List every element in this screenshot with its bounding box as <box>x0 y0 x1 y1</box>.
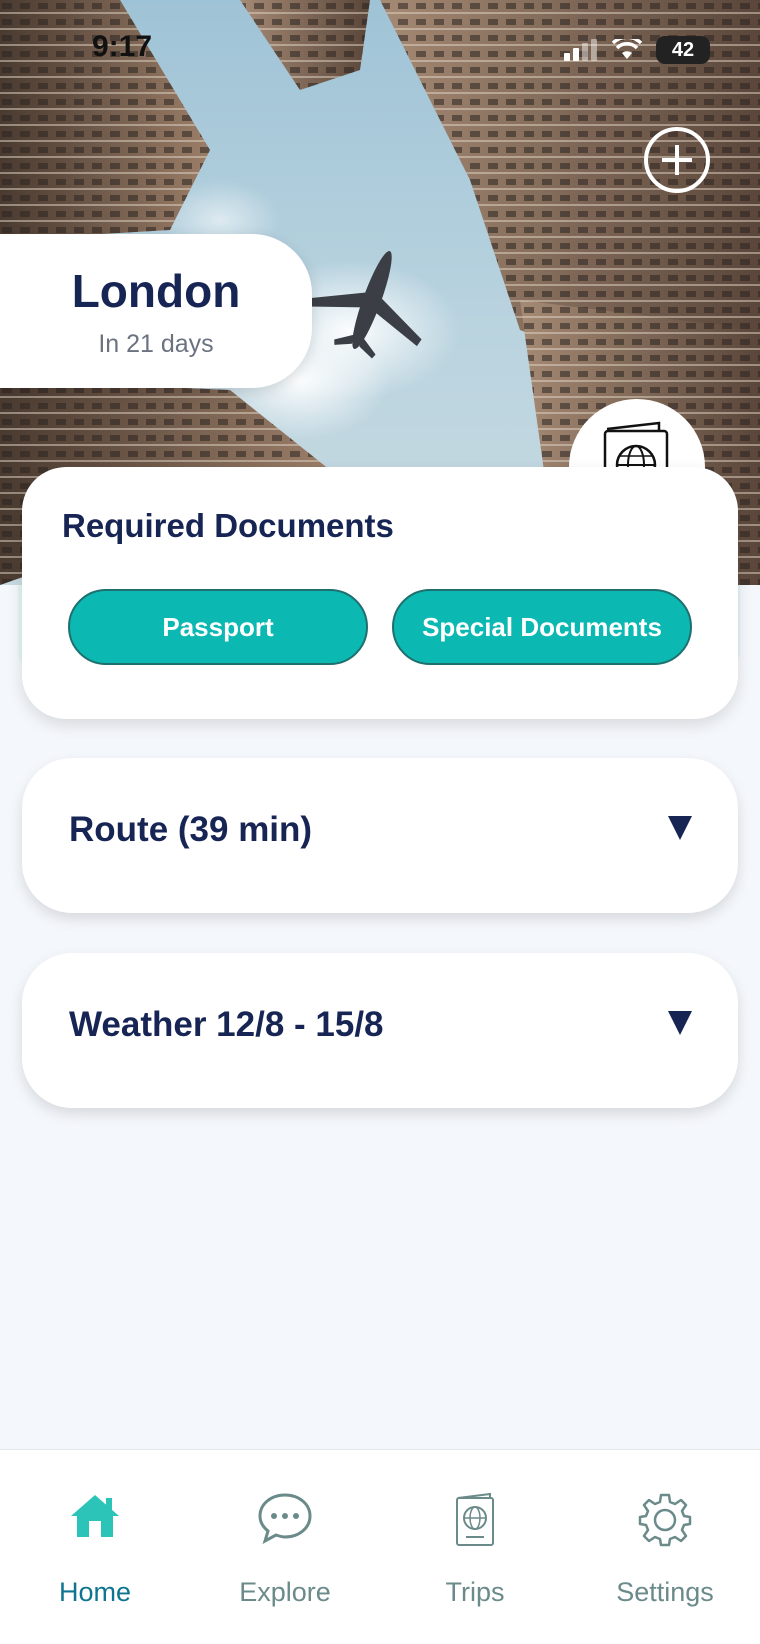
tab-explore[interactable]: Explore <box>190 1450 380 1644</box>
caret-down-icon[interactable] <box>668 1011 692 1035</box>
wifi-icon <box>612 39 642 59</box>
chat-bubble-icon <box>258 1493 312 1544</box>
required-documents-card: Required Documents Passport Special Docu… <box>22 467 738 719</box>
tab-settings-label: Settings <box>616 1577 714 1607</box>
tab-home-label: Home <box>58 1577 132 1607</box>
trip-countdown: In 21 days <box>98 330 214 358</box>
add-trip-button[interactable] <box>644 127 710 193</box>
special-documents-button[interactable]: Special Documents <box>392 589 692 665</box>
tab-bar: Home Explore Trips Settings <box>0 1449 760 1644</box>
weather-section[interactable]: Weather 12/8 - 15/8 <box>22 953 738 1108</box>
home-icon <box>71 1495 119 1537</box>
passport-icon <box>456 1492 494 1546</box>
home-screen: 9:17 42 London In 21 days Required Docum… <box>0 0 760 1644</box>
tab-trips-label: Trips <box>445 1577 505 1607</box>
tab-settings[interactable]: Settings <box>570 1450 760 1644</box>
destination-card: London In 21 days <box>0 234 312 388</box>
caret-down-icon[interactable] <box>668 816 692 840</box>
plus-icon <box>662 145 692 175</box>
status-time: 9:17 <box>92 30 153 63</box>
signal-icon <box>564 39 597 61</box>
destination-city: London <box>71 265 241 317</box>
route-title: Route (39 min) <box>69 810 313 849</box>
battery-indicator: 42 <box>656 36 710 64</box>
tab-explore-label: Explore <box>239 1577 331 1607</box>
documents-title: Required Documents <box>62 507 394 544</box>
tab-trips[interactable]: Trips <box>380 1450 570 1644</box>
tab-home[interactable]: Home <box>0 1450 190 1644</box>
gear-icon <box>638 1493 692 1547</box>
status-indicators: 42 <box>564 36 710 64</box>
passport-button[interactable]: Passport <box>68 589 368 665</box>
weather-title: Weather 12/8 - 15/8 <box>69 1005 384 1044</box>
route-section[interactable]: Route (39 min) <box>22 758 738 913</box>
